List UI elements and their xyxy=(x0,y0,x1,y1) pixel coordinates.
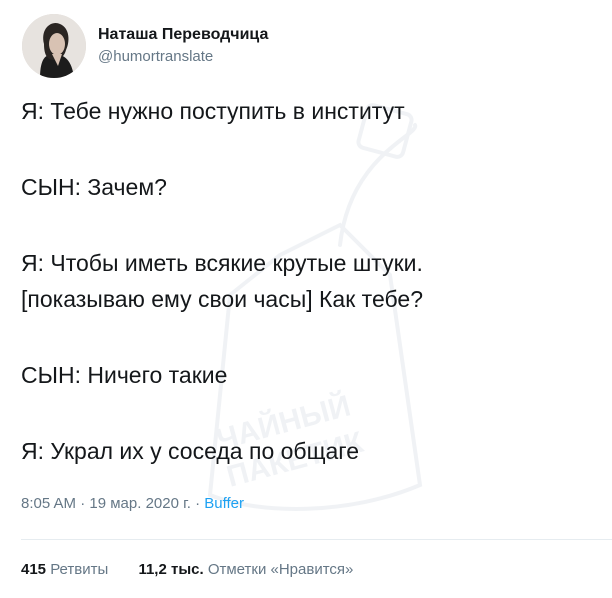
tweet-time[interactable]: 8:05 AM xyxy=(21,495,76,512)
divider xyxy=(21,539,612,540)
tweet-line-4: [показываю ему свои часы] Как тебе? xyxy=(21,286,423,312)
tweet-line-2: СЫН: Зачем? xyxy=(21,174,167,200)
likes-stat[interactable]: 11,2 тыс. Отметки «Нравится» xyxy=(138,561,353,578)
tweet-stats: 415 Ретвиты 11,2 тыс. Отметки «Нравится» xyxy=(21,561,379,578)
author-names: Наташа Переводчица @humortranslate xyxy=(98,25,268,67)
tweet-meta: 8:05 AM · 19 мар. 2020 г. · Buffer xyxy=(21,495,244,512)
tweet-text: Я: Тебе нужно поступить в институт СЫН: … xyxy=(21,93,606,469)
retweets-count: 415 xyxy=(21,561,47,578)
retweets-label: Ретвиты xyxy=(50,561,109,578)
likes-count: 11,2 тыс. xyxy=(138,561,204,578)
tweet-line-3: Я: Чтобы иметь всякие крутые штуки. xyxy=(21,250,423,276)
tweet-source-link[interactable]: Buffer xyxy=(204,495,244,512)
avatar[interactable] xyxy=(22,14,86,78)
tweet-header: Наташа Переводчица @humortranslate xyxy=(22,14,268,78)
tweet-line-6: Я: Украл их у соседа по общаге xyxy=(21,438,359,464)
likes-label: Отметки «Нравится» xyxy=(207,561,354,578)
tweet-card: ЧАЙНЫЙ ПАКЕТИК Наташа Переводчица @humor… xyxy=(0,0,612,598)
retweets-stat[interactable]: 415 Ретвиты xyxy=(21,561,112,578)
meta-separator: · xyxy=(190,495,205,512)
meta-separator: · xyxy=(76,495,90,512)
tweet-date[interactable]: 19 мар. 2020 г. xyxy=(89,495,191,512)
tweet-line-5: СЫН: Ничего такие xyxy=(21,362,228,388)
author-handle[interactable]: @humortranslate xyxy=(98,47,268,67)
tweet-line-1: Я: Тебе нужно поступить в институт xyxy=(21,98,405,124)
user-avatar-photo-icon xyxy=(22,14,86,78)
author-display-name[interactable]: Наташа Переводчица xyxy=(98,25,268,45)
